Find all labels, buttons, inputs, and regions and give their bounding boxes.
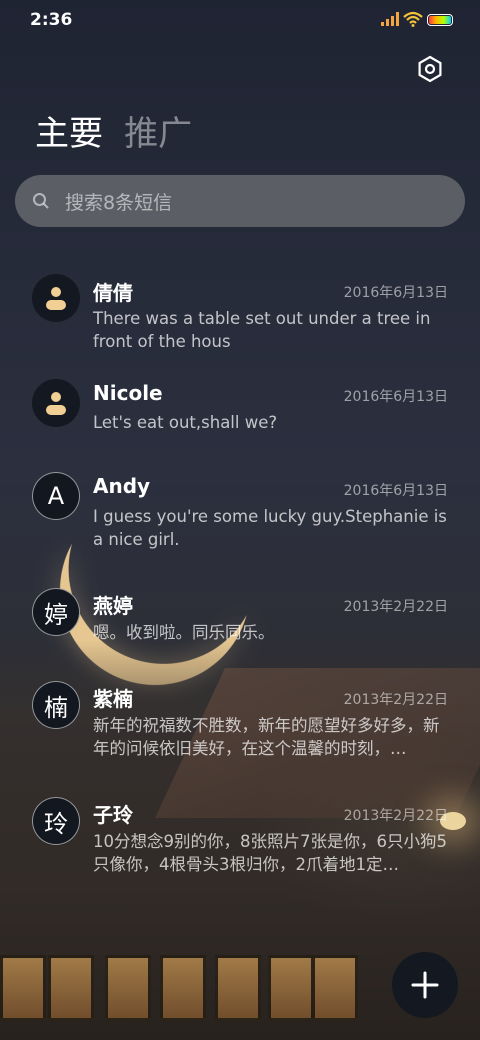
contact-name: 子玲 bbox=[93, 803, 133, 827]
window-decoration bbox=[105, 955, 151, 1021]
search-bar[interactable]: 搜索8条短信 bbox=[15, 175, 465, 227]
plus-icon bbox=[411, 971, 439, 999]
message-preview: I guess you're some lucky guy.Stephanie … bbox=[93, 507, 447, 549]
message-preview: 新年的祝福数不胜数，新年的愿望好多好多，新年的问候依旧美好，在这个温馨的时刻，… bbox=[93, 716, 440, 758]
person-icon bbox=[46, 392, 66, 415]
avatar: 楠 bbox=[32, 681, 80, 729]
tab-primary[interactable]: 主要 bbox=[35, 114, 103, 154]
message-date: 2016年6月13日 bbox=[343, 389, 448, 405]
message-preview: Let's eat out,shall we? bbox=[93, 413, 278, 432]
message-preview: 10分想念9别的你，8张照片7张是你，6只小狗5只像你，4根骨头3根归你，2爪着… bbox=[93, 832, 447, 874]
message-preview: 嗯。收到啦。同乐同乐。 bbox=[93, 623, 275, 642]
message-date: 2013年2月22日 bbox=[343, 692, 448, 708]
contact-name: 紫楠 bbox=[93, 687, 133, 711]
status-time: 2:36 bbox=[30, 10, 73, 30]
battery-icon bbox=[427, 14, 453, 26]
message-date: 2013年2月22日 bbox=[343, 808, 448, 824]
contact-name: 燕婷 bbox=[93, 594, 133, 618]
wifi-icon bbox=[403, 11, 423, 27]
avatar bbox=[32, 379, 80, 427]
message-date: 2016年6月13日 bbox=[343, 483, 448, 499]
window-decoration bbox=[0, 955, 46, 1021]
message-preview: There was a table set out under a tree i… bbox=[93, 309, 431, 351]
window-decoration bbox=[312, 955, 358, 1021]
search-icon bbox=[33, 193, 49, 209]
window-decoration bbox=[48, 955, 94, 1021]
avatar: A bbox=[32, 472, 80, 520]
status-bar: 2:36 bbox=[0, 0, 480, 40]
search-input[interactable]: 搜索8条短信 bbox=[65, 188, 172, 215]
contact-name: 倩倩 bbox=[93, 281, 133, 305]
message-date: 2013年2月22日 bbox=[343, 599, 448, 615]
category-tabs: 主要 推广 bbox=[35, 106, 208, 155]
person-icon bbox=[46, 287, 66, 310]
signal-icon bbox=[381, 12, 399, 26]
avatar: 玲 bbox=[32, 797, 80, 845]
contact-name: Nicole bbox=[93, 381, 163, 405]
settings-hexagon-icon[interactable] bbox=[416, 55, 444, 83]
avatar: 婷 bbox=[32, 588, 80, 636]
avatar bbox=[32, 274, 80, 322]
window-decoration bbox=[215, 955, 261, 1021]
message-date: 2016年6月13日 bbox=[343, 285, 448, 301]
window-decoration bbox=[160, 955, 206, 1021]
tab-promotions[interactable]: 推广 bbox=[124, 114, 192, 154]
contact-name: Andy bbox=[93, 474, 151, 498]
compose-button[interactable] bbox=[392, 952, 458, 1018]
window-decoration bbox=[268, 955, 314, 1021]
